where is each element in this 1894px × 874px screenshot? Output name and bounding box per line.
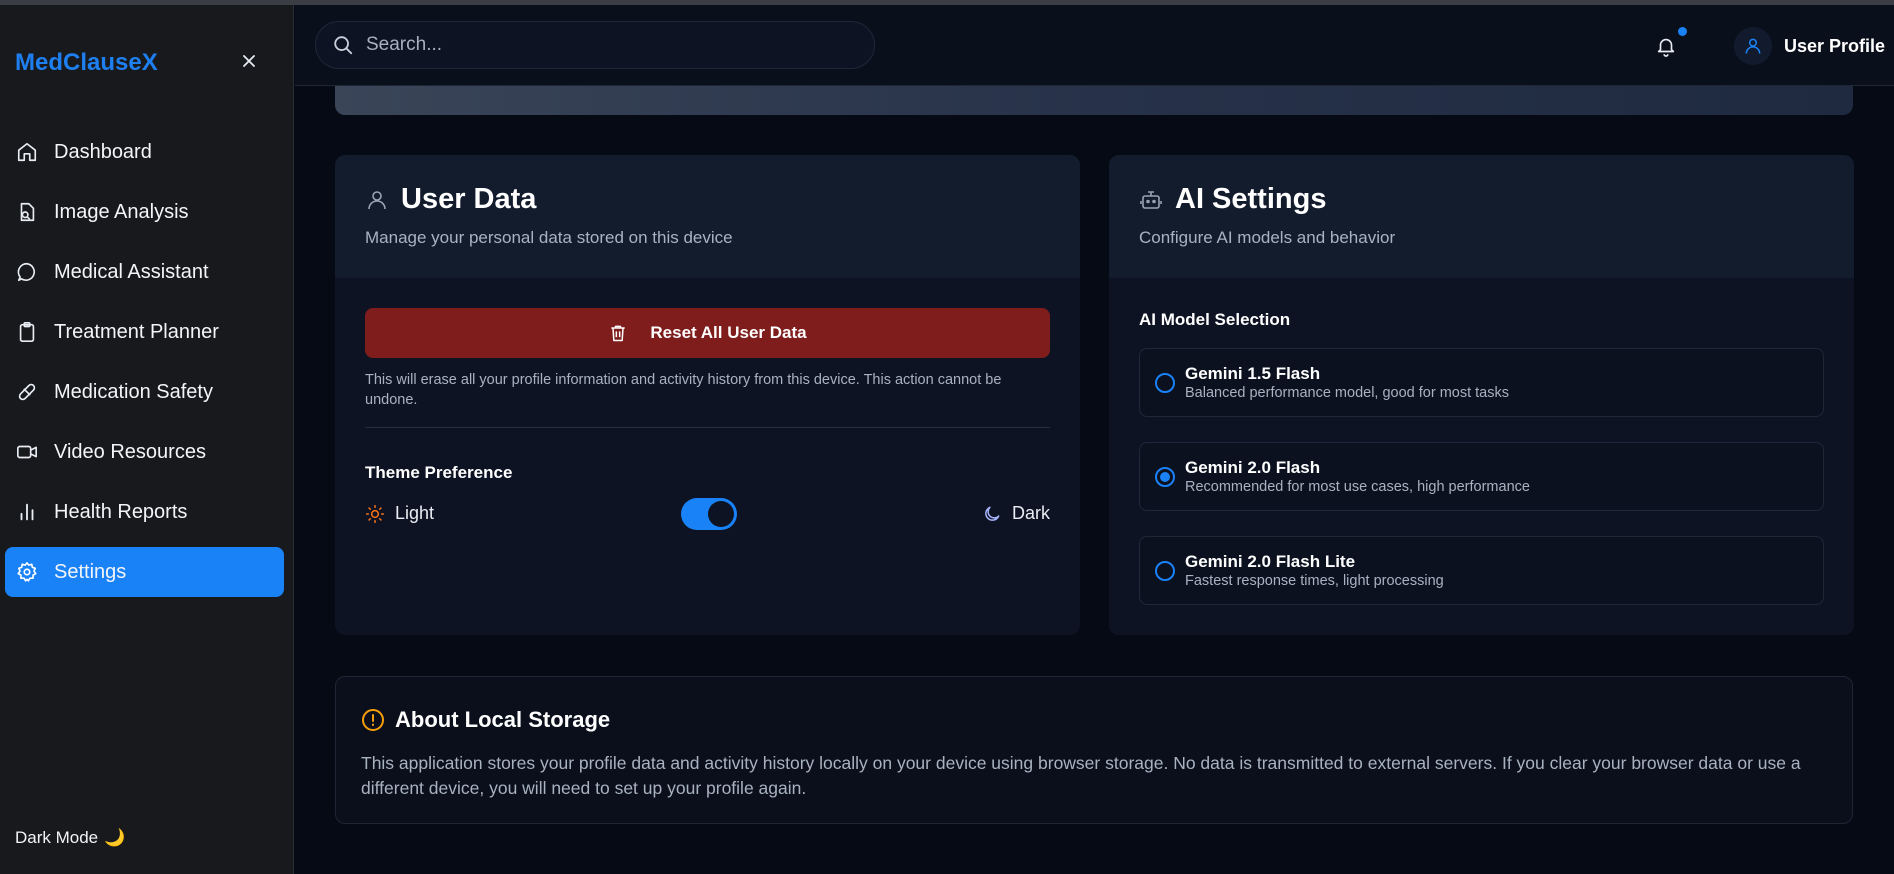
sidebar-item-medical-assistant[interactable]: Medical Assistant (5, 247, 284, 297)
trash-icon (611, 325, 626, 342)
chat-bubble-icon (15, 260, 39, 284)
moon-icon (985, 506, 1000, 521)
close-sidebar-button[interactable] (239, 51, 259, 71)
sidebar-item-dashboard[interactable]: Dashboard (5, 127, 284, 177)
sidebar-item-label: Dashboard (54, 140, 152, 163)
reset-user-data-button[interactable]: Reset All User Data (365, 308, 1050, 358)
file-search-icon (15, 200, 39, 224)
about-title-text: About Local Storage (395, 707, 611, 732)
sidebar-item-label: Medication Safety (54, 380, 213, 403)
moon-icon: 🌙 (104, 828, 126, 847)
ai-settings-card: AI Settings Configure AI models and beha… (1109, 155, 1854, 635)
theme-dark-label: Dark (1011, 503, 1050, 523)
avatar (1734, 27, 1772, 65)
sidebar-item-label: Treatment Planner (54, 320, 219, 343)
sidebar-item-label: Image Analysis (54, 200, 189, 223)
profile-name: User Profile (1784, 35, 1886, 56)
sidebar-item-label: Settings (54, 560, 127, 583)
ai-settings-title: AI Settings (1139, 183, 1824, 216)
model-description: Recommended for most use cases, high per… (1185, 479, 1530, 495)
top-header: User Profile (295, 5, 1894, 86)
top-banner (335, 86, 1853, 115)
window-top-border (0, 0, 1894, 5)
pill-icon (15, 380, 39, 404)
about-local-storage-card: About Local Storage This application sto… (335, 676, 1853, 824)
model-description: Fastest response times, light processing (1185, 573, 1444, 589)
sidebar-item-label: Video Resources (54, 440, 206, 463)
sidebar-item-treatment-planner[interactable]: Treatment Planner (5, 307, 284, 357)
model-option-gemini-2-0-flash-lite[interactable]: Gemini 2.0 Flash Lite Fastest response t… (1139, 536, 1824, 605)
model-radio[interactable] (1155, 561, 1175, 581)
bell-icon (1657, 38, 1675, 57)
divider (365, 427, 1050, 428)
search-input[interactable] (366, 34, 846, 56)
brand-logo[interactable]: MedClauseX (15, 49, 158, 77)
sidebar-nav: Dashboard Image Analysis Medical Assista… (5, 127, 284, 607)
reset-button-label: Reset All User Data (650, 323, 807, 342)
theme-light-label: Light (395, 503, 435, 523)
model-name: Gemini 1.5 Flash (1185, 364, 1321, 383)
user-data-header: User Data Manage your personal data stor… (335, 155, 1080, 278)
sidebar-item-video-resources[interactable]: Video Resources (5, 427, 284, 477)
about-description: This application stores your profile dat… (361, 753, 1801, 798)
sidebar-item-medication-safety[interactable]: Medication Safety (5, 367, 284, 417)
video-icon (15, 440, 39, 464)
sidebar-item-label: Medical Assistant (54, 260, 209, 283)
theme-preference-label: Theme Preference (365, 463, 513, 482)
bar-chart-icon (15, 500, 39, 524)
notification-dot (1678, 27, 1687, 36)
theme-dark-option[interactable]: Dark (982, 503, 1050, 524)
model-description: Balanced performance model, good for mos… (1185, 385, 1509, 401)
toggle-knob (708, 501, 734, 527)
sidebar-item-image-analysis[interactable]: Image Analysis (5, 187, 284, 237)
search-icon (334, 36, 353, 55)
theme-light-option[interactable]: Light (365, 503, 434, 524)
model-name: Gemini 2.0 Flash Lite (1185, 552, 1356, 571)
sidebar-item-label: Health Reports (54, 500, 188, 523)
model-name: Gemini 2.0 Flash (1185, 458, 1321, 477)
reset-warning-text: This will erase all your profile informa… (365, 372, 1002, 408)
warning-circle-icon (362, 709, 384, 731)
sidebar-item-health-reports[interactable]: Health Reports (5, 487, 284, 537)
model-radio[interactable] (1155, 373, 1175, 393)
user-data-subtitle: Manage your personal data stored on this… (365, 228, 733, 247)
notifications-button[interactable] (1655, 35, 1677, 57)
sidebar-item-settings[interactable]: Settings (5, 547, 284, 597)
user-data-title-text: User Data (401, 183, 537, 215)
close-icon (243, 55, 255, 67)
dark-mode-label: Dark Mode (15, 828, 99, 847)
theme-toggle-switch[interactable] (681, 498, 737, 530)
model-radio-selected[interactable] (1155, 467, 1175, 487)
about-title: About Local Storage (361, 707, 610, 733)
dark-mode-toggle[interactable]: Dark Mode 🌙 (15, 828, 125, 848)
sun-icon (365, 504, 385, 523)
home-icon (15, 140, 39, 164)
clipboard-icon (15, 320, 39, 344)
model-option-gemini-2-0-flash[interactable]: Gemini 2.0 Flash Recommended for most us… (1139, 442, 1824, 511)
gear-icon (15, 560, 39, 584)
ai-settings-header: AI Settings Configure AI models and beha… (1109, 155, 1854, 278)
user-data-card: User Data Manage your personal data stor… (335, 155, 1080, 635)
user-data-title: User Data (365, 183, 1050, 216)
robot-icon (1140, 190, 1162, 209)
ai-settings-subtitle: Configure AI models and behavior (1139, 228, 1396, 247)
user-icon (368, 190, 386, 209)
user-profile-button[interactable]: User Profile (1734, 27, 1885, 65)
model-option-gemini-1-5-flash[interactable]: Gemini 1.5 Flash Balanced performance mo… (1139, 348, 1824, 417)
user-icon (1745, 38, 1761, 54)
search-bar[interactable] (315, 21, 875, 69)
ai-model-selection-label: AI Model Selection (1139, 310, 1291, 329)
ai-settings-title-text: AI Settings (1175, 183, 1327, 215)
sidebar: MedClauseX Dashboard Image Analysis Medi… (0, 5, 294, 874)
